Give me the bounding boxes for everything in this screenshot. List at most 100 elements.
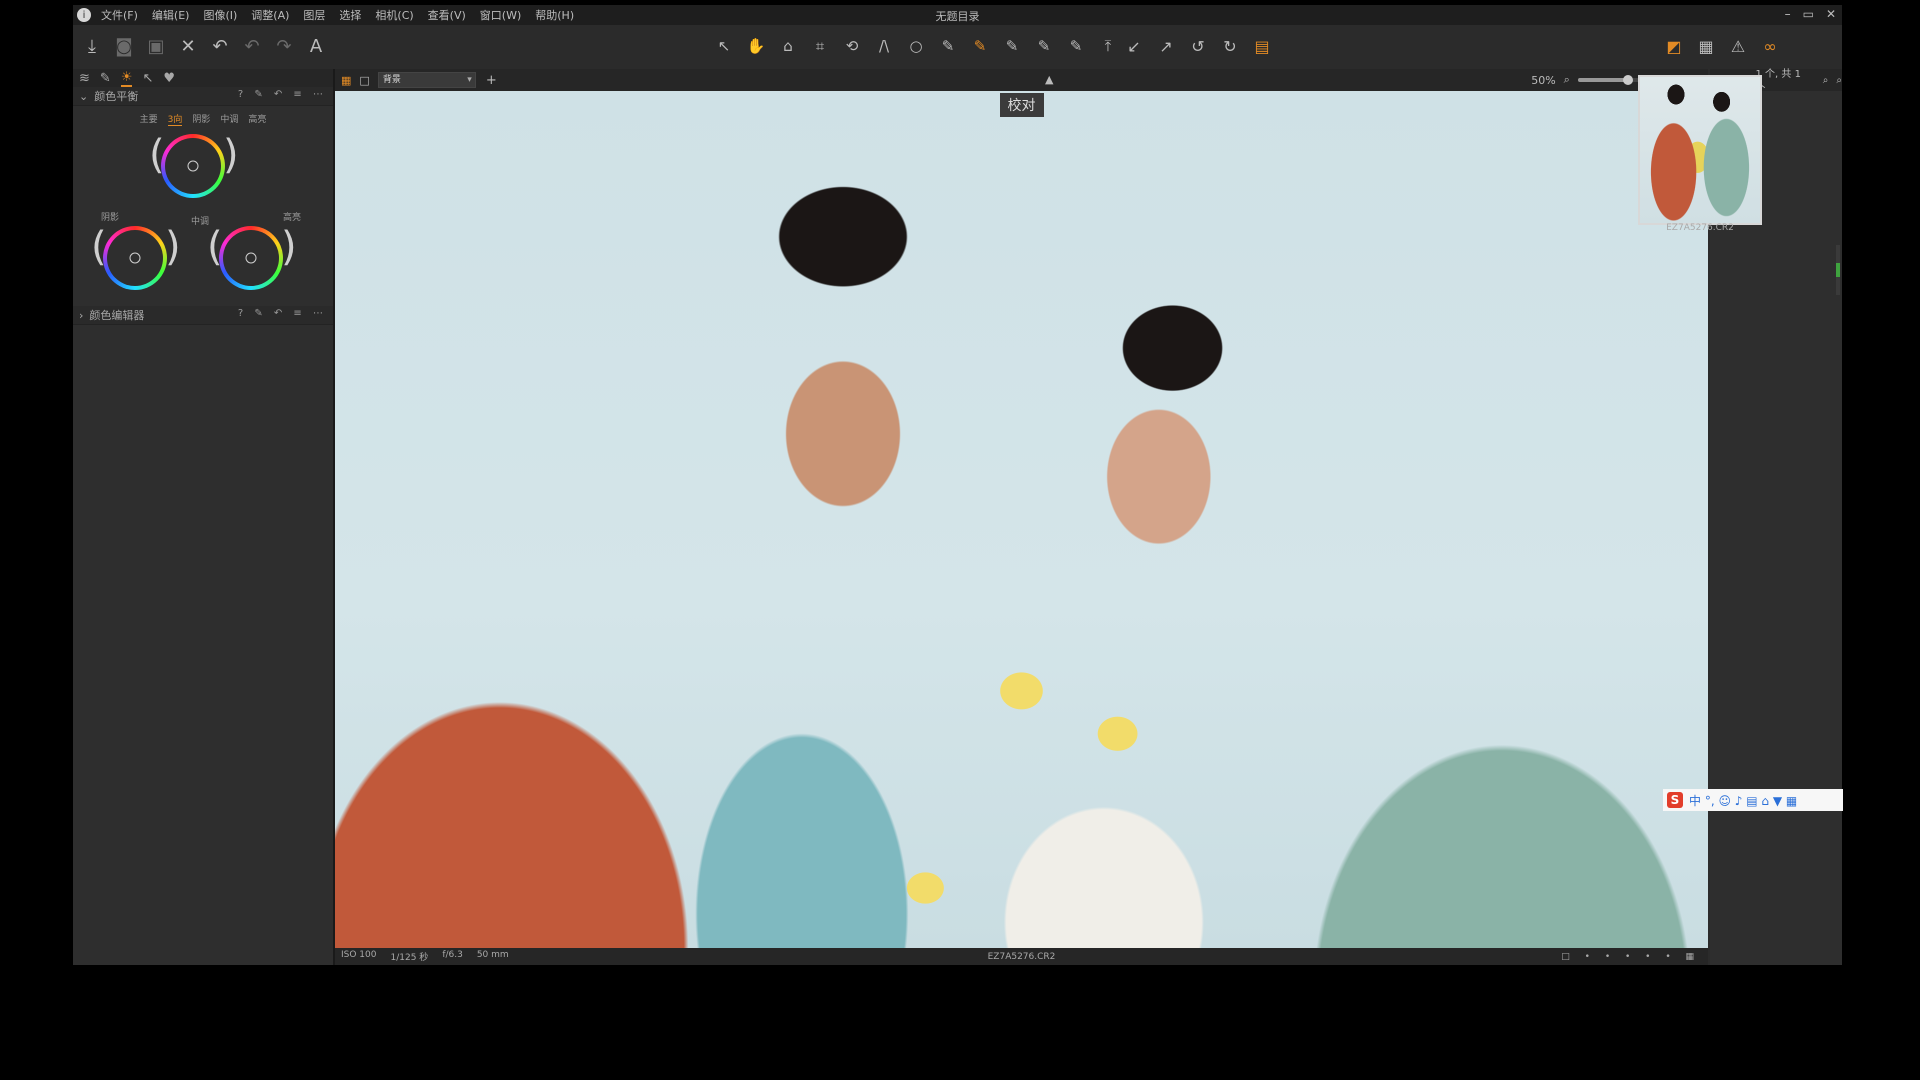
rotate-left-icon[interactable]: ↺: [1187, 37, 1209, 56]
color-editor-tools[interactable]: ? ✎ ↶ ≡ ⋯: [238, 308, 327, 319]
erase-tool-icon[interactable]: ✎: [1033, 37, 1055, 55]
tab-highlight[interactable]: 高亮: [248, 112, 266, 126]
grid-view-icon[interactable]: ▦: [341, 74, 351, 87]
color-balance-tools[interactable]: ? ✎ ↶ ≡ ⋯: [238, 89, 327, 100]
highlight-wheel-handle[interactable]: [245, 252, 257, 264]
select-tool-icon[interactable]: ↖: [713, 37, 735, 55]
tab-library-icon[interactable]: ≋: [79, 71, 90, 86]
tab-master[interactable]: 主要: [140, 112, 158, 126]
window-controls: – ▭ ✕: [1785, 7, 1836, 21]
text-icon[interactable]: A: [305, 36, 327, 57]
menu-bar: i 文件(F) 编辑(E) 图像(I) 调整(A) 图层 选择 相机(C) 查看…: [73, 5, 1842, 25]
color-balance-header[interactable]: ⌄ 颜色平衡 ? ✎ ↶ ≡ ⋯: [73, 87, 333, 106]
menu-help[interactable]: 帮助(H): [535, 7, 574, 23]
tab-lens-icon[interactable]: ↖: [142, 71, 153, 86]
keystone-tool-icon[interactable]: /\: [873, 37, 895, 55]
highlight-arc-right-icon[interactable]: ): [281, 224, 297, 270]
tab-3way[interactable]: 3向: [167, 112, 183, 126]
chevron-down-icon[interactable]: ⌄: [79, 90, 88, 103]
glasses-icon[interactable]: ∞: [1759, 37, 1781, 56]
import-icon[interactable]: ⤓: [81, 36, 103, 57]
toolbar-adjust-group: ↙ ↗ ↺ ↻ ▤: [1123, 34, 1273, 58]
warning-triangle-icon[interactable]: ▲: [1045, 73, 1053, 86]
shadow-color-wheel[interactable]: [103, 226, 167, 290]
viewer-status-bar: ISO 100 1/125 秒 f/6.3 50 mm EZ7A5276.CR2…: [335, 948, 1708, 965]
apply-adjust-icon[interactable]: ↗: [1155, 37, 1177, 56]
delete-icon[interactable]: ✕: [177, 36, 199, 57]
menu-select[interactable]: 选择: [339, 7, 361, 23]
add-layer-icon[interactable]: +: [486, 73, 497, 88]
camera-icon[interactable]: ◙: [113, 36, 135, 57]
proof-icon[interactable]: ◩: [1663, 37, 1685, 56]
loupe-tool-icon[interactable]: ⌂: [777, 37, 799, 55]
thumbnail-filename: EZ7A5276.CR2: [1666, 223, 1734, 233]
rating-dots[interactable]: □ • • • • • ▦: [1561, 952, 1700, 962]
aperture-value: f/6.3: [442, 950, 463, 960]
rotate-right-icon[interactable]: ↻: [1219, 37, 1241, 56]
midtone-arc-right-icon[interactable]: ): [223, 132, 239, 178]
color-editor-header[interactable]: › 颜色编辑器 ? ✎ ↶ ≡ ⋯: [73, 306, 333, 325]
image-viewer[interactable]: 校对: [335, 91, 1708, 948]
minimize-icon[interactable]: –: [1785, 7, 1791, 21]
menu-window[interactable]: 窗口(W): [480, 7, 521, 23]
viewer-toolbar: ▦ □ 背景 + ▲ 50% ⌕ ⌕: [335, 69, 1708, 91]
crop-tool-icon[interactable]: ⌗: [809, 37, 831, 55]
midtone-wheel-handle[interactable]: [187, 160, 199, 172]
window-title: 无题目录: [935, 10, 980, 23]
spot-tool-icon[interactable]: ○: [905, 37, 927, 55]
zoom-out-icon[interactable]: ⌕: [1564, 73, 1570, 87]
tab-midtone[interactable]: 中调: [220, 112, 238, 126]
exif-info: ISO 100 1/125 秒 f/6.3 50 mm: [341, 950, 509, 963]
grid-icon[interactable]: ▦: [1695, 37, 1717, 56]
browser-zoom-icon[interactable]: ⌕: [1823, 75, 1829, 86]
variant-icon[interactable]: ▤: [1251, 37, 1273, 56]
ime-buttons[interactable]: 中 °, ☺ ♪ ▤ ⌂ ▼ ▦: [1689, 792, 1797, 809]
zoom-slider-knob[interactable]: [1622, 75, 1633, 85]
tab-favorites-icon[interactable]: ♥: [163, 71, 175, 86]
zoom-slider-fill: [1577, 78, 1628, 82]
chevron-right-icon[interactable]: ›: [79, 309, 83, 322]
menu-layers[interactable]: 图层: [303, 7, 325, 23]
single-view-icon[interactable]: □: [359, 74, 369, 87]
color-balance-title: 颜色平衡: [94, 90, 139, 103]
tether-icon[interactable]: ▣: [145, 36, 167, 57]
menu-image[interactable]: 图像(I): [203, 7, 237, 23]
tab-shadow[interactable]: 阴影: [192, 112, 210, 126]
close-icon[interactable]: ✕: [1826, 7, 1836, 21]
shadow-wheel-handle[interactable]: [129, 252, 141, 264]
thumbnail[interactable]: [1638, 75, 1762, 225]
pan-tool-icon[interactable]: ✋: [745, 37, 767, 55]
zoom-label[interactable]: 50%: [1531, 74, 1555, 87]
undo-icon[interactable]: ↶: [241, 36, 263, 57]
annotate-tool-icon[interactable]: ✎: [1065, 37, 1087, 55]
rotate-tool-icon[interactable]: ⟲: [841, 37, 863, 55]
gradient-tool-icon[interactable]: ✎: [1001, 37, 1023, 55]
redo-icon[interactable]: ↷: [273, 36, 295, 57]
menu-edit[interactable]: 编辑(E): [152, 7, 190, 23]
proof-label: 校对: [999, 93, 1044, 117]
highlight-arc-left-icon[interactable]: (: [207, 224, 223, 270]
highlight-color-wheel[interactable]: [219, 226, 283, 290]
ime-toolbar: S 中 °, ☺ ♪ ▤ ⌂ ▼ ▦: [1663, 789, 1843, 811]
menu-view[interactable]: 查看(V): [428, 7, 466, 23]
tab-capture-icon[interactable]: ✎: [100, 71, 111, 86]
exposure-warning-icon[interactable]: ⚠: [1727, 37, 1749, 56]
tab-color-icon[interactable]: ☀: [120, 70, 133, 87]
shadow-arc-left-icon[interactable]: (: [91, 224, 107, 270]
export-icon[interactable]: ⤒: [1097, 37, 1119, 55]
menu-adjust[interactable]: 调整(A): [251, 7, 289, 23]
menu-camera[interactable]: 相机(C): [375, 7, 413, 23]
shadow-arc-right-icon[interactable]: ): [165, 224, 181, 270]
menu-file[interactable]: 文件(F): [101, 7, 138, 23]
midtone-arc-left-icon[interactable]: (: [149, 132, 165, 178]
maximize-icon[interactable]: ▭: [1803, 7, 1814, 21]
browser-search-icon[interactable]: ⌕: [1836, 75, 1842, 86]
layer-select[interactable]: 背景: [377, 72, 476, 88]
copy-adjust-icon[interactable]: ↙: [1123, 37, 1145, 56]
undo-history-icon[interactable]: ↶: [209, 36, 231, 57]
sogou-logo-icon[interactable]: S: [1667, 792, 1683, 808]
brush-tool-icon[interactable]: ✎: [969, 37, 991, 55]
browser-scrollbar[interactable]: [1836, 245, 1840, 295]
picker-tool-icon[interactable]: ✎: [937, 37, 959, 55]
midtone-color-wheel[interactable]: [161, 134, 225, 198]
